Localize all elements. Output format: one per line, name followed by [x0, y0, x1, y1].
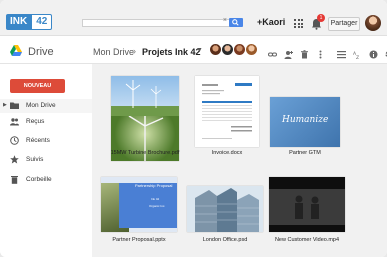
sidebar-item-label: Mon Drive [26, 102, 56, 109]
proposal-banner [119, 183, 177, 228]
sidebar: NOUVEAU ▶ Mon Drive Reçus Récents Suivis… [0, 64, 92, 257]
ink42-logo[interactable]: INK 42 [6, 14, 53, 30]
google-drive-logo-icon [10, 45, 22, 56]
app-window: INK 42 × +Kaori 1 Partager Drive Mon Dri [0, 0, 387, 257]
add-person-icon[interactable] [284, 46, 293, 59]
clock-icon [10, 136, 19, 145]
new-button[interactable]: NOUVEAU [10, 79, 65, 93]
trash-icon [11, 176, 18, 184]
sidebar-item-label: Récents [26, 137, 50, 144]
list-view-icon[interactable] [337, 46, 346, 59]
trash-icon[interactable] [300, 46, 309, 59]
file-name[interactable]: Invoice.docx [182, 150, 272, 156]
file-name[interactable]: Partner Proposal.pptx [94, 237, 184, 243]
video-thumbnail [269, 177, 345, 232]
expand-caret-icon[interactable]: ▶ [3, 102, 7, 108]
sidebar-item-label: Corbeille [26, 176, 52, 183]
search-icon [232, 19, 239, 26]
invoice-thumbnail [195, 76, 259, 147]
svg-text:Z: Z [356, 55, 359, 59]
proposal-line1: Ink 42 [151, 197, 160, 201]
link-icon[interactable] [268, 46, 277, 57]
sidebar-item-mon-drive[interactable]: ▶ Mon Drive [0, 99, 92, 113]
breadcrumb-separator: › [133, 46, 136, 56]
proposal-line2: Organic Inc. [149, 204, 166, 208]
shared-people-avatars [210, 44, 257, 55]
drive-header: Drive Mon Drive › Projets Ink 42 ▼ AZ [0, 36, 387, 64]
share-button[interactable]: Partager [328, 17, 360, 31]
breadcrumb-mon-drive[interactable]: Mon Drive [93, 47, 134, 57]
file-card[interactable] [111, 76, 179, 161]
search-button[interactable] [229, 18, 243, 27]
collaborator-avatar[interactable] [246, 44, 257, 55]
sidebar-item-label: Reçus [26, 118, 45, 125]
app-title: Drive [28, 46, 54, 58]
gtm-thumbnail-text: Humanize [282, 115, 329, 125]
clear-search-icon[interactable]: × [223, 17, 227, 24]
search-input[interactable]: × [82, 17, 230, 27]
brochure-thumbnail [111, 76, 179, 116]
file-card[interactable] [195, 76, 259, 147]
star-icon [10, 155, 19, 164]
user-avatar[interactable] [365, 15, 381, 31]
folder-action-icons: AZ [268, 46, 387, 61]
collaborator-avatar[interactable] [234, 44, 245, 55]
file-name[interactable]: London Office.psd [180, 237, 270, 243]
logo-text-ink: INK [6, 14, 32, 30]
sort-az-icon[interactable]: AZ [353, 46, 362, 61]
more-vert-icon[interactable] [316, 46, 325, 59]
notification-badge: 1 [317, 14, 325, 22]
breadcrumb-current-folder[interactable]: Projets Ink 42 [142, 47, 201, 57]
file-card[interactable] [187, 186, 263, 232]
user-name-link[interactable]: +Kaori [257, 17, 285, 27]
file-card[interactable]: Humanize [270, 97, 340, 147]
file-name[interactable]: Partner GTM [260, 150, 350, 156]
file-name[interactable]: New Customer Video.mp4 [262, 237, 352, 243]
notifications-bell-icon[interactable]: 1 [311, 14, 325, 30]
collaborator-avatar[interactable] [210, 44, 221, 55]
info-icon[interactable] [369, 46, 378, 59]
file-card[interactable]: Partnership Proposal Ink 42 Organic Inc. [101, 177, 177, 232]
logo-text-42: 42 [31, 14, 53, 30]
sidebar-item-suivis[interactable]: Suivis [0, 153, 92, 167]
people-icon [10, 118, 19, 126]
london-office-thumbnail [187, 186, 263, 232]
top-bar: INK 42 × +Kaori 1 Partager [0, 0, 387, 36]
collaborator-avatar[interactable] [222, 44, 233, 55]
sidebar-item-corbeille[interactable]: Corbeille [0, 173, 92, 187]
file-card[interactable] [269, 177, 345, 232]
sidebar-item-recus[interactable]: Reçus [0, 115, 92, 129]
apps-grid-icon[interactable] [294, 19, 303, 28]
file-name[interactable]: 15MW Turbine Brochure.pdf [100, 150, 190, 156]
folder-icon [10, 102, 19, 109]
folder-dropdown-caret-icon[interactable]: ▼ [196, 47, 203, 54]
proposal-title: Partnership Proposal [135, 183, 173, 188]
file-grid: 15MW Turbine Brochure.pdf Invoice.docx H… [92, 64, 387, 257]
sidebar-item-label: Suivis [26, 156, 44, 163]
sidebar-item-recents[interactable]: Récents [0, 134, 92, 148]
